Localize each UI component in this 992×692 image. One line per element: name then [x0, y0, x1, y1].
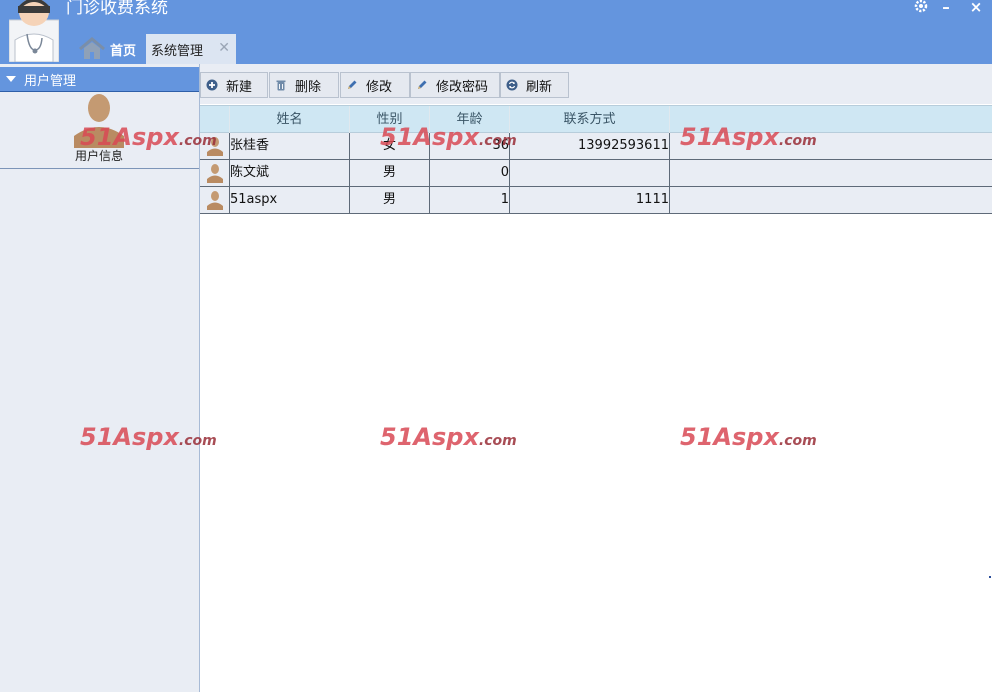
edit-button-label: 修改	[366, 79, 393, 95]
edit-icon	[346, 79, 358, 91]
column-header-age[interactable]: 年龄	[430, 106, 510, 133]
row-user-icon	[200, 133, 230, 159]
grid-header: 姓名 性别 年龄 联系方式	[200, 105, 992, 133]
cell-phone: 1111	[510, 187, 670, 213]
settings-gear-icon[interactable]	[911, 0, 931, 18]
change-password-button[interactable]: 修改密码	[410, 72, 500, 98]
cell-name: 51aspx	[230, 187, 350, 213]
column-header-name[interactable]: 姓名	[230, 106, 350, 133]
delete-button[interactable]: 删除	[269, 72, 339, 98]
refresh-icon	[506, 79, 518, 91]
refresh-button-label: 刷新	[526, 79, 553, 95]
column-header-sex[interactable]: 性别	[350, 106, 430, 133]
user-icon	[206, 164, 223, 183]
toolbar: 新建 删除 修改 修改密码 刷新	[200, 64, 992, 104]
minimize-button[interactable]: –	[936, 0, 956, 16]
table-row[interactable]: 51aspx 男 1 1111	[200, 187, 992, 214]
new-button-label: 新建	[226, 79, 253, 95]
sidebar-item-user-info[interactable]: 用户信息	[50, 92, 148, 168]
tab-system-management[interactable]: 系统管理 ✕	[146, 34, 236, 64]
tab-close-icon[interactable]: ✕	[218, 41, 230, 55]
sidebar-header-user-management[interactable]: 用户管理	[0, 67, 199, 92]
row-user-icon	[200, 160, 230, 186]
app-title: 门诊收费系统	[66, 0, 168, 18]
cell-phone	[510, 160, 670, 186]
cell-sex: 男	[350, 160, 430, 186]
user-icon	[206, 191, 223, 210]
sidebar-header-label: 用户管理	[24, 73, 77, 89]
doctor-avatar-icon	[9, 0, 59, 62]
cell-age: 0	[430, 160, 510, 186]
column-header-phone[interactable]: 联系方式	[510, 106, 670, 133]
cell-name: 陈文斌	[230, 160, 350, 186]
delete-button-label: 删除	[295, 79, 322, 95]
collapse-triangle-icon	[6, 76, 16, 82]
grid-header-icon-col	[200, 106, 230, 133]
nav-home-link[interactable]: 首页	[78, 34, 136, 64]
table-row[interactable]: 陈文斌 男 0	[200, 160, 992, 187]
sidebar-item-label: 用户信息	[74, 149, 123, 163]
cell-age: 1	[430, 187, 510, 213]
home-icon	[79, 37, 105, 59]
new-button[interactable]: 新建	[200, 72, 268, 98]
cell-sex: 女	[350, 133, 430, 159]
cell-phone: 13992593611	[510, 133, 670, 159]
title-bar: 门诊收费系统 – × 首页 系统管理 ✕	[0, 0, 992, 64]
stray-pixel	[989, 576, 991, 578]
row-user-icon	[200, 187, 230, 213]
sidebar-divider	[0, 168, 199, 169]
cell-age: 36	[430, 133, 510, 159]
sidebar: 用户管理 用户信息	[0, 64, 200, 692]
tab-label: 系统管理	[151, 43, 204, 59]
main-content: 新建 删除 修改 修改密码 刷新 姓名 性别 年龄 联系方式 张桂香 女 36 …	[200, 64, 992, 692]
table-row[interactable]: 张桂香 女 36 13992593611	[200, 133, 992, 160]
edit-button[interactable]: 修改	[340, 72, 410, 98]
change-password-button-label: 修改密码	[436, 79, 489, 95]
user-silhouette-icon	[74, 94, 124, 148]
cell-sex: 男	[350, 187, 430, 213]
plus-icon	[206, 79, 218, 91]
edit-password-icon	[416, 79, 428, 91]
gear-icon	[914, 0, 928, 13]
nav-home-label: 首页	[110, 43, 137, 59]
refresh-button[interactable]: 刷新	[500, 72, 569, 98]
close-window-button[interactable]: ×	[966, 0, 986, 16]
user-icon	[206, 137, 223, 156]
cell-name: 张桂香	[230, 133, 350, 159]
trash-icon	[275, 79, 287, 91]
